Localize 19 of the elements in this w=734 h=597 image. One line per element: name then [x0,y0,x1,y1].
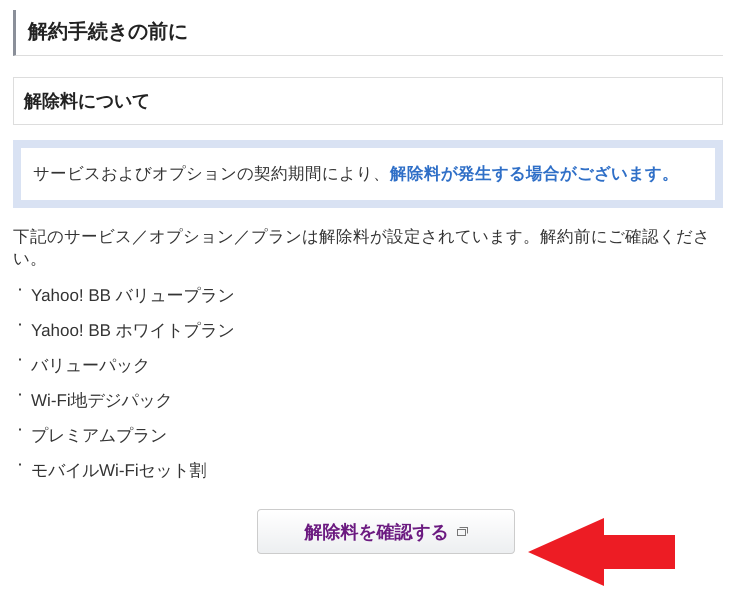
check-fee-button[interactable]: 解除料を確認する [257,509,515,554]
bullet-mark: ･ [16,351,24,370]
list-item: プレミアムプラン [31,425,167,447]
notice-text: サービスおよびオプションの契約期間により、解除料が発生する場合がございます。 [33,164,680,185]
list-item: バリューパック [31,355,150,377]
arrow-icon [528,518,676,586]
bullet-mark: ･ [16,386,24,405]
list-item: Yahoo! BB バリュープラン [31,285,235,307]
list-item: Wi-Fi地デジパック [31,390,173,412]
new-window-icon [456,527,468,536]
subheading: 解除料について [24,90,151,113]
list-item: モバイルWi-Fiセット割 [31,460,207,482]
bullet-mark: ･ [16,281,24,300]
section-heading: 解約手続きの前に [13,10,723,56]
list-item: Yahoo! BB ホワイトプラン [31,320,235,342]
intro-text: 下記のサービス／オプション／プランは解除料が設定されています。解約前にご確認ください。 [13,227,711,270]
bullet-mark: ･ [16,456,24,475]
bullet-mark: ･ [16,316,24,335]
bullet-mark: ･ [16,421,24,440]
